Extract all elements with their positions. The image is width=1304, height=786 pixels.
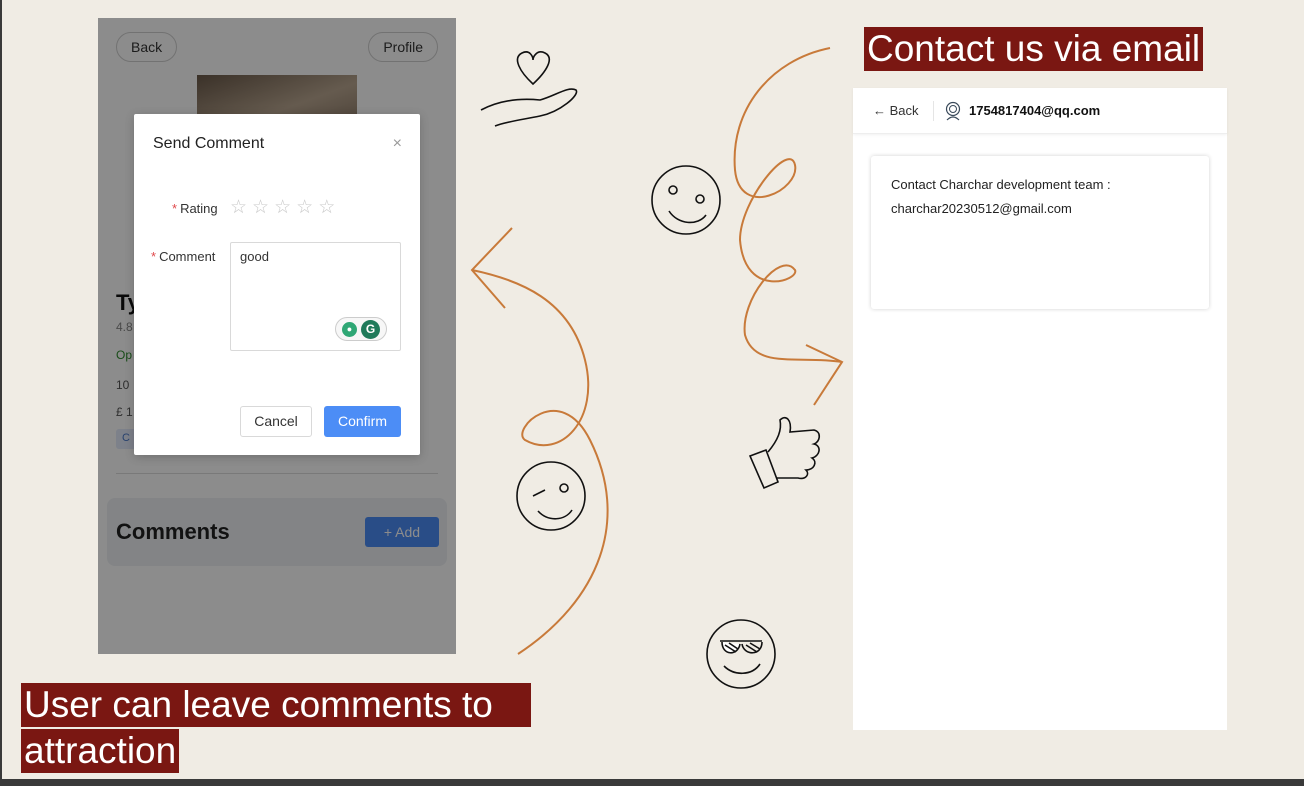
- sunglasses-icon: [706, 619, 776, 689]
- send-comment-modal: Send Comment × * Rating ☆ ☆ ☆ ☆ ☆ * Comment go…: [134, 114, 420, 455]
- required-mark: *: [172, 201, 178, 216]
- heart-hand-icon: [480, 51, 578, 127]
- star-icon[interactable]: ☆: [296, 198, 313, 218]
- contact-text: Contact Charchar development team :: [891, 177, 1111, 192]
- arrowhead-left: [470, 227, 513, 309]
- rating-stars[interactable]: ☆ ☆ ☆ ☆ ☆: [230, 198, 335, 218]
- star-icon[interactable]: ☆: [274, 198, 291, 218]
- wink-icon: [516, 461, 586, 531]
- caption-comments-line1: User can leave comments to: [21, 683, 531, 727]
- caption-comments-line2: attraction: [21, 729, 180, 773]
- comment-text: good: [240, 249, 269, 264]
- required-mark: *: [151, 249, 157, 264]
- contact-email[interactable]: charchar20230512@gmail.com: [891, 201, 1072, 216]
- contact-card: Contact Charchar development team : char…: [871, 156, 1209, 309]
- slide-left-border: [0, 0, 2, 786]
- comment-textarea[interactable]: good ● G: [230, 242, 401, 351]
- squiggle-arrow-left: [471, 269, 609, 655]
- comment-label: * Comment: [151, 249, 215, 264]
- star-icon[interactable]: ☆: [318, 198, 335, 218]
- back-link[interactable]: ← Back: [873, 103, 919, 118]
- rating-label-text: Rating: [180, 201, 218, 216]
- grammar-assistant-widget[interactable]: ● G: [335, 317, 387, 341]
- star-icon[interactable]: ☆: [230, 198, 247, 218]
- close-icon[interactable]: ×: [393, 135, 402, 153]
- cancel-button[interactable]: Cancel: [240, 406, 312, 437]
- modal-title: Send Comment: [153, 135, 265, 152]
- caption-email: Contact us via email: [864, 27, 1204, 71]
- arrowhead-right: [805, 344, 844, 406]
- smiley-icon: [651, 165, 721, 235]
- comment-screen: Back Profile Ty 4.8 Op 10 £ 1 C Comments…: [98, 18, 456, 654]
- contact-screen: ← Back 1754817404@qq.com Contact Charcha…: [853, 88, 1227, 730]
- grammarly-icon[interactable]: G: [361, 320, 380, 339]
- slide-bottom-border: [0, 779, 1304, 786]
- squiggle-arrow-right: [733, 47, 843, 363]
- account-email: 1754817404@qq.com: [969, 103, 1101, 118]
- star-icon[interactable]: ☆: [252, 198, 269, 218]
- rating-label: * Rating: [172, 201, 218, 216]
- confirm-button[interactable]: Confirm: [324, 406, 401, 437]
- contact-header: ← Back 1754817404@qq.com: [853, 88, 1227, 134]
- avatar-icon: [945, 101, 961, 121]
- comment-label-text: Comment: [159, 249, 216, 264]
- lightbulb-icon[interactable]: ●: [342, 322, 357, 337]
- header-separator: [933, 101, 934, 121]
- thumbs-up-icon: [748, 416, 821, 490]
